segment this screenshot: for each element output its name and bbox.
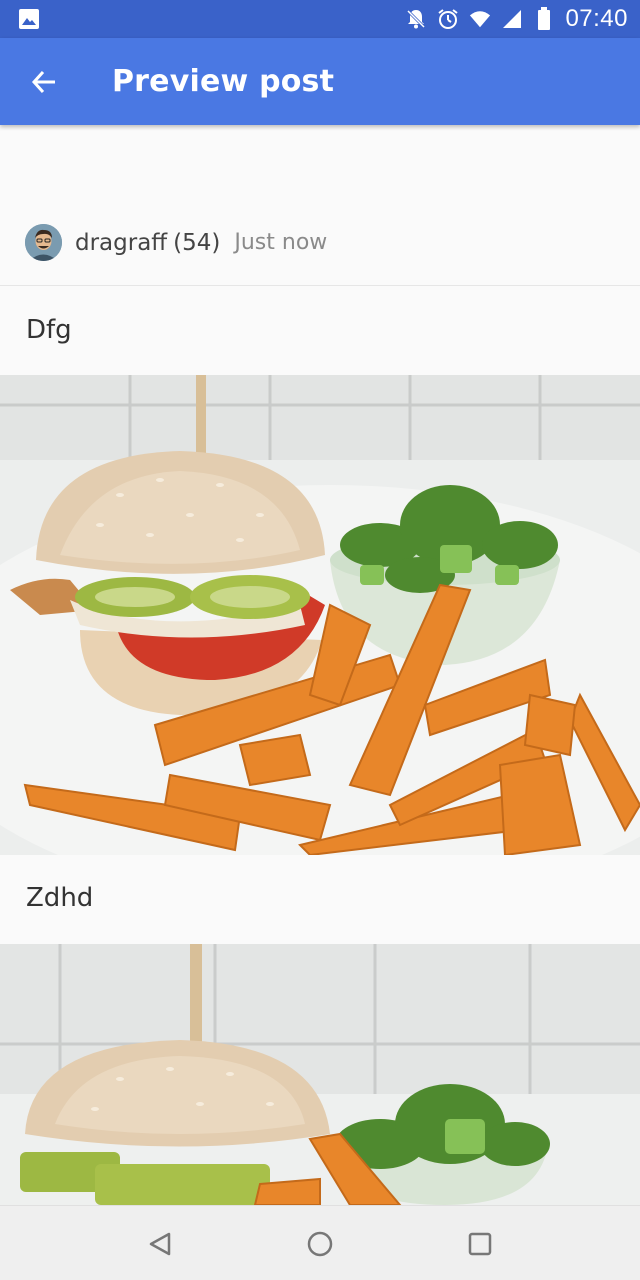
post-image[interactable] [0, 375, 640, 855]
burger-photo [0, 944, 640, 1205]
nav-recents-button[interactable] [450, 1214, 510, 1274]
author-reputation: (54) [173, 229, 221, 256]
arrow-back-icon [31, 70, 55, 93]
post-image[interactable] [0, 944, 640, 1205]
avatar[interactable] [25, 224, 62, 261]
battery-icon [533, 7, 555, 30]
post-paragraph: Dfg [26, 315, 72, 345]
status-bar: 07:40 [0, 0, 640, 38]
author-row[interactable]: dragraff (54) Just now [0, 215, 640, 270]
post-paragraph: Zdhd [26, 883, 94, 913]
recents-square-icon [468, 1232, 492, 1255]
home-circle-icon [307, 1231, 333, 1256]
wifi-icon [469, 8, 491, 30]
notifications-off-icon [405, 8, 427, 30]
image-notification-icon [18, 8, 40, 30]
author-name[interactable]: dragraff [75, 230, 167, 256]
status-left [18, 8, 40, 30]
cell-signal-icon [501, 8, 523, 30]
post-content[interactable]: dragraff (54) Just now Dfg Zdhd [0, 125, 640, 1205]
divider [0, 285, 640, 286]
avatar-icon [25, 224, 62, 261]
burger-photo [0, 375, 640, 855]
app-bar: Preview post [0, 38, 640, 125]
screen: 07:40 Preview post dragraff (54) Just no… [0, 0, 640, 1280]
status-time: 07:40 [565, 5, 628, 32]
nav-back-button[interactable] [130, 1214, 190, 1274]
status-right: 07:40 [405, 5, 628, 33]
back-triangle-icon [149, 1232, 171, 1255]
nav-home-button[interactable] [290, 1214, 350, 1274]
page-title: Preview post [112, 64, 335, 99]
system-nav-bar [0, 1205, 640, 1280]
back-button[interactable] [16, 54, 72, 110]
post-time: Just now [234, 230, 328, 255]
alarm-icon [437, 8, 459, 30]
